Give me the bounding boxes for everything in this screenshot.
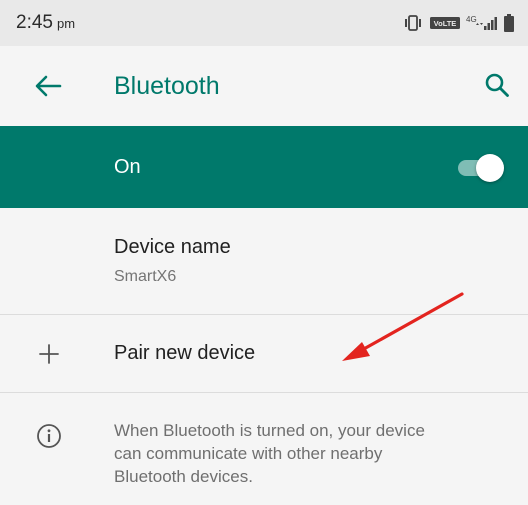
- divider: [0, 392, 528, 393]
- volte-icon: VoLTE: [430, 15, 460, 31]
- page-title: Bluetooth: [114, 72, 220, 100]
- toggle-thumb[interactable]: [476, 154, 504, 182]
- volte-label: VoLTE: [434, 19, 457, 28]
- device-name-title: Device name: [114, 236, 231, 258]
- bluetooth-info-text: When Bluetooth is turned on, your device…: [114, 419, 504, 488]
- device-name-row[interactable]: Device name SmartX6: [0, 208, 528, 314]
- settings-list: Device name SmartX6 Pair new device When…: [0, 208, 528, 505]
- info-icon: [37, 424, 61, 448]
- search-button[interactable]: [484, 72, 510, 98]
- back-button[interactable]: [34, 74, 62, 98]
- network-type-label: 4G: [466, 15, 477, 24]
- status-ampm: pm: [56, 15, 76, 31]
- device-name-value: SmartX6: [114, 268, 177, 285]
- info-text-line: When Bluetooth is turned on, your device: [114, 421, 425, 440]
- master-switch-label: On: [114, 156, 141, 178]
- signal-icon: 4G: [466, 14, 498, 32]
- arrow-back-icon: [35, 75, 62, 97]
- pair-new-device-label: Pair new device: [114, 342, 256, 364]
- info-text-line: can communicate with other nearby: [114, 444, 383, 463]
- app-bar: Bluetooth: [0, 46, 528, 126]
- info-text-line: Bluetooth devices.: [114, 467, 253, 486]
- status-icons: VoLTE 4G: [402, 14, 514, 32]
- pair-new-device-row[interactable]: Pair new device: [0, 315, 528, 393]
- vibrate-icon: [402, 15, 424, 31]
- plus-icon: [39, 344, 59, 364]
- battery-icon: [504, 14, 514, 32]
- status-bar: 2:45 pm VoLTE 4G: [0, 0, 528, 46]
- status-time: 2:45: [16, 12, 53, 33]
- search-icon: [485, 73, 509, 97]
- bluetooth-master-switch[interactable]: On: [0, 126, 528, 208]
